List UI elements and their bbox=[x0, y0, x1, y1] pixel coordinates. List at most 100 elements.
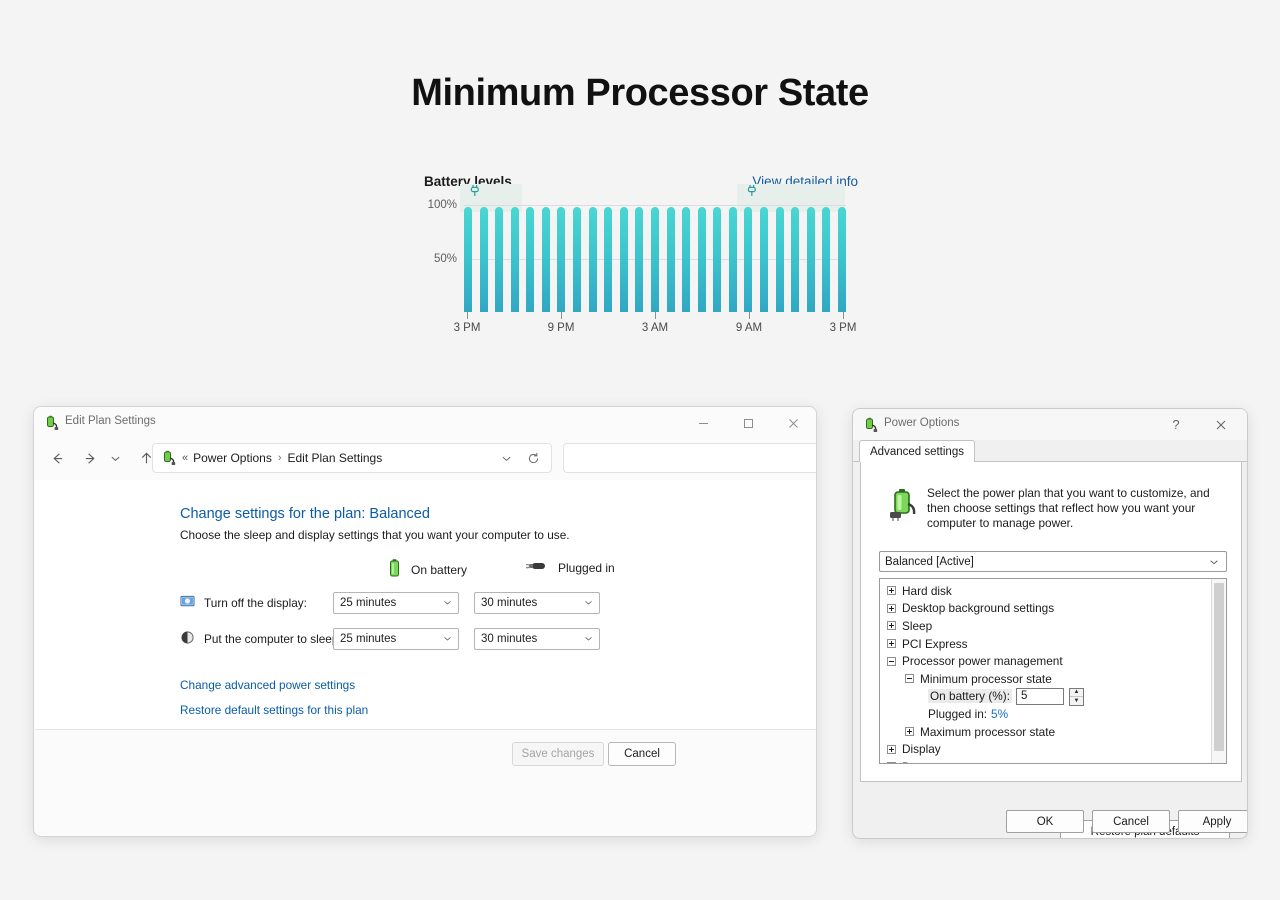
on-battery-percent-spinner[interactable]: 5▲▼ bbox=[1016, 688, 1064, 705]
sleep-on-battery-select[interactable]: 25 minutes bbox=[333, 628, 459, 650]
chart-x-tick bbox=[655, 312, 656, 319]
tree-node[interactable]: PCI Express bbox=[880, 635, 1210, 653]
tree-node-label: Maximum processor state bbox=[920, 725, 1055, 739]
chart-bar bbox=[807, 207, 815, 312]
plug-icon bbox=[745, 184, 759, 198]
window-titlebar[interactable]: Edit Plan Settings bbox=[34, 407, 816, 439]
tree-node-label: On battery (%): bbox=[928, 689, 1012, 703]
sleep-plugged-in-select[interactable]: 30 minutes bbox=[474, 628, 600, 650]
breadcrumb-item-edit-plan-settings[interactable]: Edit Plan Settings bbox=[288, 451, 383, 465]
tree-node[interactable]: Battery bbox=[880, 758, 1210, 764]
tree-node-label: Desktop background settings bbox=[902, 601, 1054, 615]
spinner-buttons[interactable]: ▲▼ bbox=[1069, 688, 1084, 706]
power-options-dialog: Power Options ? Advanced settings bbox=[852, 408, 1248, 839]
tree-node[interactable]: Display bbox=[880, 740, 1210, 758]
save-changes-button[interactable]: Save changes bbox=[512, 742, 604, 766]
tree-node[interactable]: Sleep bbox=[880, 617, 1210, 635]
scrollbar-thumb[interactable] bbox=[1214, 583, 1224, 751]
tree-scrollbar[interactable] bbox=[1211, 579, 1226, 763]
expand-icon[interactable] bbox=[887, 762, 896, 764]
restore-default-settings-link[interactable]: Restore default settings for this plan bbox=[180, 703, 368, 717]
column-label: On battery bbox=[411, 563, 467, 577]
tree-node[interactable]: Plugged in:5% bbox=[880, 705, 1210, 723]
dialog-titlebar[interactable]: Power Options ? bbox=[853, 409, 1247, 440]
spinner-down-icon[interactable]: ▼ bbox=[1070, 697, 1083, 705]
expand-icon[interactable] bbox=[887, 604, 896, 613]
power-plug-battery-icon bbox=[887, 488, 919, 522]
spinner-up-icon[interactable]: ▲ bbox=[1070, 689, 1083, 697]
chart-bar bbox=[651, 207, 659, 312]
column-header-on-battery: On battery bbox=[388, 558, 467, 581]
breadcrumb-item-power-options[interactable]: Power Options bbox=[193, 451, 272, 465]
tab-advanced-settings[interactable]: Advanced settings bbox=[859, 440, 975, 462]
tree-node[interactable]: Maximum processor state bbox=[880, 723, 1210, 741]
minimize-button[interactable] bbox=[681, 407, 726, 439]
tree-node-label: Battery bbox=[902, 760, 939, 764]
battery-levels-chart: Battery levels View detailed info 100%50… bbox=[424, 174, 858, 344]
expand-icon[interactable] bbox=[887, 586, 896, 595]
ok-button[interactable]: OK bbox=[1006, 810, 1084, 833]
expand-icon[interactable] bbox=[887, 745, 896, 754]
cancel-button[interactable]: Cancel bbox=[1092, 810, 1170, 833]
apply-button[interactable]: Apply bbox=[1178, 810, 1248, 833]
dialog-button-row: OK Cancel Apply bbox=[853, 807, 1248, 839]
display-plugged-in-select[interactable]: 30 minutes bbox=[474, 592, 600, 614]
chevron-down-icon[interactable] bbox=[495, 444, 517, 472]
arrow-right-icon[interactable] bbox=[75, 443, 105, 473]
change-advanced-power-settings-link[interactable]: Change advanced power settings bbox=[180, 678, 355, 692]
tree-node-label: Processor power management bbox=[902, 654, 1063, 668]
chart-bar bbox=[635, 207, 643, 312]
tree-node[interactable]: Hard disk bbox=[880, 582, 1210, 600]
chart-x-tick-label: 9 PM bbox=[548, 322, 575, 334]
chevron-down-icon[interactable] bbox=[104, 443, 126, 473]
collapse-icon[interactable] bbox=[905, 674, 914, 683]
select-value: 30 minutes bbox=[481, 597, 537, 609]
sleep-icon bbox=[180, 630, 195, 648]
help-button[interactable]: ? bbox=[1159, 409, 1193, 440]
chart-bar bbox=[557, 207, 565, 312]
page-heading: Change settings for the plan: Balanced bbox=[180, 506, 430, 522]
select-value: 25 minutes bbox=[340, 633, 396, 645]
advanced-settings-tree[interactable]: Hard diskDesktop background settings Slee… bbox=[879, 578, 1227, 764]
chart-bar bbox=[620, 207, 628, 312]
page-title: Minimum Processor State bbox=[0, 72, 1280, 115]
display-on-battery-select[interactable]: 25 minutes bbox=[333, 592, 459, 614]
close-icon[interactable] bbox=[1201, 409, 1241, 440]
select-value: 25 minutes bbox=[340, 597, 396, 609]
tree-node[interactable]: Processor power management bbox=[880, 652, 1210, 670]
tree-node-label: Sleep bbox=[902, 619, 932, 633]
chevron-down-icon bbox=[1209, 557, 1219, 569]
chart-bars bbox=[464, 200, 846, 312]
chart-bar bbox=[542, 207, 550, 312]
tree-node[interactable]: Minimum processor state bbox=[880, 670, 1210, 688]
power-plan-select[interactable]: Balanced [Active] bbox=[879, 551, 1227, 572]
tree-node[interactable]: Desktop background settings bbox=[880, 600, 1210, 618]
power-plug-battery-icon bbox=[43, 415, 59, 431]
chart-y-tick-label: 50% bbox=[434, 253, 464, 265]
chart-bar bbox=[573, 207, 581, 312]
chart-bar bbox=[589, 207, 597, 312]
chart-bar bbox=[480, 207, 488, 312]
arrow-left-icon[interactable] bbox=[42, 443, 72, 473]
search-input[interactable] bbox=[573, 444, 813, 472]
chart-y-tick-label: 100% bbox=[428, 199, 464, 211]
close-button[interactable] bbox=[771, 407, 816, 439]
tree-node[interactable]: On battery (%): 5▲▼ bbox=[880, 688, 1210, 706]
expand-icon[interactable] bbox=[887, 621, 896, 630]
chart-bar bbox=[713, 207, 721, 312]
maximize-button[interactable] bbox=[726, 407, 771, 439]
search-box[interactable] bbox=[563, 443, 817, 473]
refresh-icon[interactable] bbox=[522, 444, 544, 472]
expand-icon[interactable] bbox=[887, 639, 896, 648]
chart-x-tick bbox=[843, 312, 844, 319]
column-label: Plugged in bbox=[558, 561, 615, 575]
tree-node-label: Display bbox=[902, 742, 941, 756]
chart-bar bbox=[464, 207, 472, 312]
collapse-icon[interactable] bbox=[887, 657, 896, 666]
expand-icon[interactable] bbox=[905, 727, 914, 736]
cancel-button[interactable]: Cancel bbox=[608, 742, 676, 766]
display-icon bbox=[180, 594, 195, 612]
breadcrumb-overflow[interactable]: « bbox=[182, 452, 188, 464]
address-bar[interactable]: « Power Options › Edit Plan Settings bbox=[152, 443, 552, 473]
explorer-toolbar: « Power Options › Edit Plan Settings bbox=[34, 439, 816, 479]
